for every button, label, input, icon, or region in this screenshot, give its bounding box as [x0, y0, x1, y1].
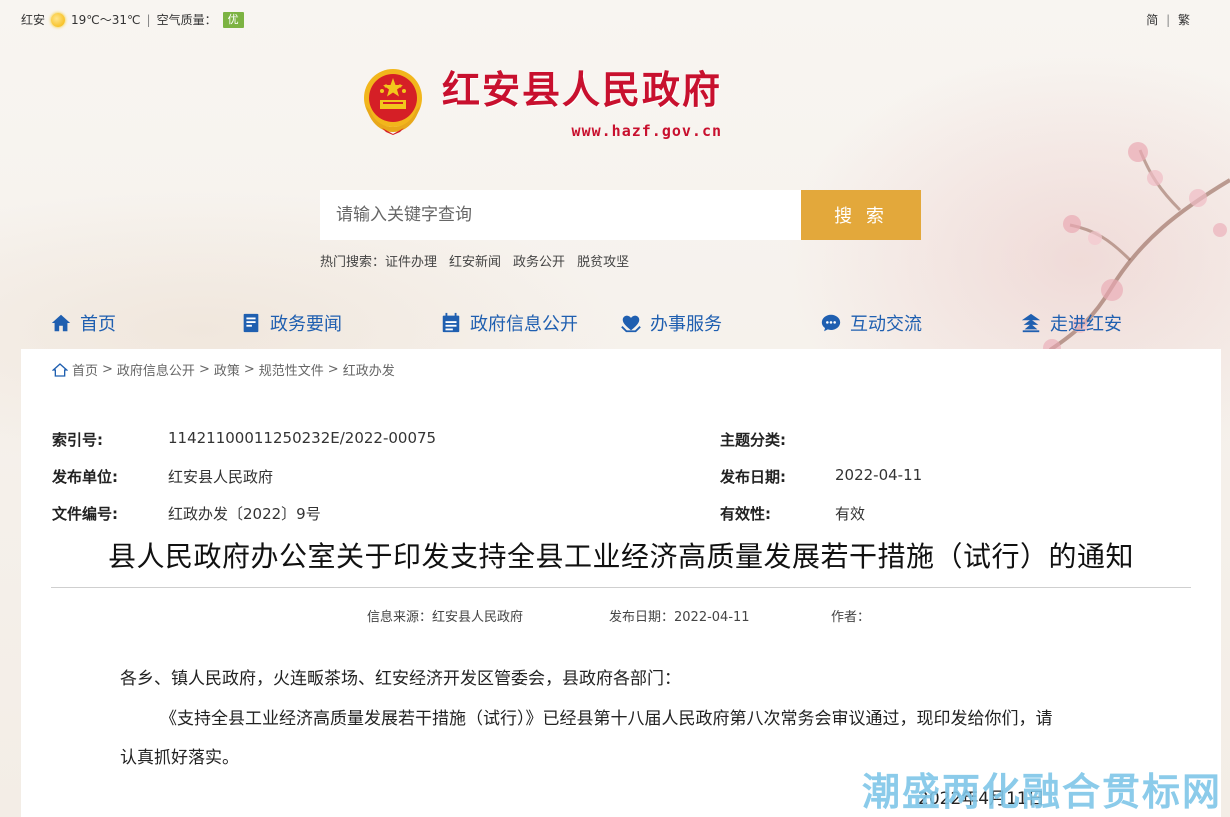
nav-item-services[interactable]: 办事服务	[620, 305, 722, 341]
meta-label: 有效性:	[720, 505, 771, 523]
lang-separator: |	[1166, 13, 1171, 27]
service-icon	[621, 315, 641, 333]
site-title: 红安县人民政府	[442, 67, 723, 112]
meta-label: 文件编号:	[52, 505, 118, 523]
nav-item-label: 互动交流	[850, 314, 922, 335]
info-author: 作者：	[831, 610, 871, 625]
breadcrumb-sep: >	[102, 362, 113, 377]
temperature-label: 19℃～31℃	[71, 13, 141, 27]
breadcrumb: 首页 > 政府信息公开 > 政策 > 规范性文件 > 红政办发	[52, 360, 395, 379]
nav-item-label: 政务要闻	[270, 314, 342, 335]
document-title: 县人民政府办公室关于印发支持全县工业经济高质量发展若干措施（试行）的通知	[107, 540, 1134, 573]
meta-label: 发布单位:	[52, 468, 118, 486]
hot-search-link[interactable]: 证件办理	[385, 251, 437, 270]
nav-item-about[interactable]: 走进红安	[1020, 305, 1122, 341]
calendar-icon	[442, 312, 460, 333]
site-logo[interactable]: 红安县人民政府 www.hazf.gov.cn	[360, 66, 722, 140]
nav-item-label: 办事服务	[650, 314, 722, 335]
meta-row: 发布单位: 红安县人民政府 发布日期: 2022-04-11	[52, 466, 1192, 486]
breadcrumb-sep: >	[327, 362, 339, 377]
info-publish-date: 发布日期：2022-04-11	[609, 610, 750, 625]
content-panel: 首页 > 政府信息公开 > 政策 > 规范性文件 > 红政办发 索引号: 114…	[21, 349, 1221, 817]
air-quality-badge: 优	[222, 11, 244, 28]
meta-row: 文件编号: 红政办发〔2022〕9号 有效性: 有效	[52, 503, 1192, 523]
breadcrumb-link[interactable]: 政府信息公开	[117, 360, 195, 379]
nav-item-label: 首页	[80, 314, 116, 335]
breadcrumb-link[interactable]: 规范性文件	[259, 360, 324, 379]
landmark-icon	[1021, 313, 1041, 333]
title-divider	[51, 587, 1191, 588]
search-input[interactable]	[320, 190, 801, 240]
lang-simplified-link[interactable]: 简	[1146, 13, 1158, 27]
search-button[interactable]: 搜 索	[801, 190, 921, 240]
chat-icon	[821, 314, 841, 332]
nav-item-gov-info[interactable]: 政府信息公开	[440, 305, 578, 341]
document-salutation: 各乡、镇人民政府，火连畈茶场、红安经济开发区管委会，县政府各部门：	[120, 669, 681, 689]
site-watermark: 潮盛两化融合贯标网	[861, 770, 1222, 814]
document-paragraph-line: 《支持全县工业经济高质量发展若干措施（试行）》已经县第十八届人民政府第八次常务会…	[160, 709, 1053, 729]
news-icon	[243, 313, 259, 333]
breadcrumb-link[interactable]: 红政办发	[343, 360, 395, 379]
nav-item-interaction[interactable]: 互动交流	[820, 305, 922, 341]
breadcrumb-sep: >	[243, 362, 255, 377]
meta-value: 11421100011250232E/2022-00075	[168, 429, 437, 447]
separator: |	[146, 12, 151, 27]
breadcrumb-sep: >	[198, 362, 210, 377]
weather-widget: 红安 19℃～31℃ | 空气质量： 优	[21, 11, 244, 28]
meta-value: 红政办发〔2022〕9号	[168, 505, 321, 523]
hot-search-link[interactable]: 红安新闻	[449, 251, 501, 270]
lang-traditional-link[interactable]: 繁	[1178, 13, 1190, 27]
air-quality-label: 空气质量：	[156, 13, 217, 27]
hot-search: 热门搜索： 证件办理 红安新闻 政务公开 脱贫攻坚	[320, 251, 629, 270]
nav-item-home[interactable]: 首页	[50, 305, 116, 341]
home-icon	[51, 314, 71, 332]
search-bar: 搜 索	[320, 190, 921, 240]
hot-search-link[interactable]: 政务公开	[513, 251, 565, 270]
meta-label: 索引号:	[52, 431, 103, 449]
language-switcher: 简 | 繁	[1146, 11, 1190, 28]
breadcrumb-link[interactable]: 政策	[214, 360, 240, 379]
home-icon	[52, 362, 68, 377]
meta-value: 有效	[835, 505, 866, 523]
sun-icon	[51, 12, 66, 27]
hot-search-label: 热门搜索：	[320, 255, 386, 270]
info-source: 信息来源：红安县人民政府	[367, 610, 524, 625]
nav-item-label: 走进红安	[1050, 314, 1122, 335]
breadcrumb-link[interactable]: 首页	[72, 360, 98, 379]
meta-label: 主题分类:	[720, 431, 786, 449]
national-emblem-icon	[364, 69, 422, 135]
site-url: www.hazf.gov.cn	[571, 122, 723, 140]
top-bar: 红安 19℃～31℃ | 空气质量： 优 简 | 繁	[0, 0, 1230, 38]
main-nav: 首页 政务要闻 政府信息公开 办事服务 互动交流 走进红安	[0, 305, 1230, 341]
hot-search-link[interactable]: 脱贫攻坚	[577, 251, 629, 270]
location-label: 红安	[21, 13, 46, 27]
meta-label: 发布日期:	[720, 468, 786, 486]
meta-value: 红安县人民政府	[168, 468, 274, 486]
meta-value: 2022-04-11	[835, 466, 923, 484]
nav-item-label: 政府信息公开	[470, 314, 578, 335]
meta-row: 索引号: 11421100011250232E/2022-00075 主题分类:	[52, 429, 1192, 449]
nav-item-news[interactable]: 政务要闻	[240, 305, 342, 341]
